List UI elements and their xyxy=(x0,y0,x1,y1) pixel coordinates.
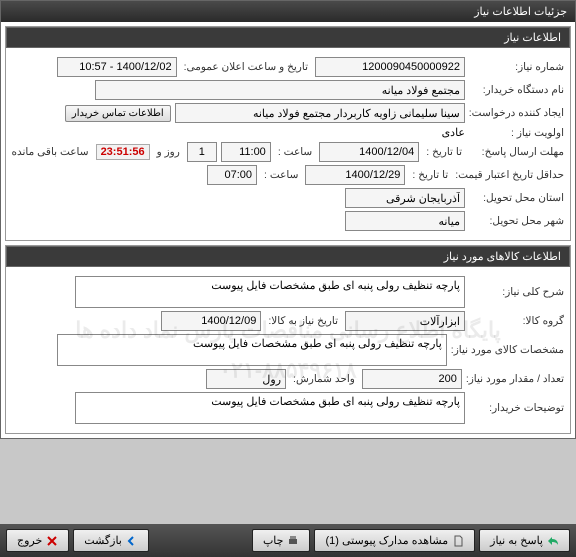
contact-info-button[interactable]: اطلاعات تماس خریدار xyxy=(65,105,171,122)
exit-button[interactable]: خروج xyxy=(6,529,69,552)
section2-header: اطلاعات کالاهای مورد نیاز xyxy=(6,246,570,267)
label-buyer-dept: نام دستگاه خریدار: xyxy=(469,84,564,96)
reply-icon xyxy=(547,535,559,547)
time-left-field: 23:51:56 xyxy=(96,144,150,160)
label-credit-deadline: حداقل تاریخ اعتبار قیمت: xyxy=(455,169,564,181)
label-time1: ساعت : xyxy=(275,146,315,158)
reply-time-field xyxy=(221,142,271,162)
label-goods-group: گروه کالا: xyxy=(469,315,564,327)
buyer-dept-field xyxy=(95,80,465,100)
label-qty: تعداد / مقدار مورد نیاز: xyxy=(466,373,564,385)
label-buyer-notes: توضیحات خریدار: xyxy=(469,402,564,414)
back-icon xyxy=(126,535,138,547)
label-delivery-city: شهر محل تحویل: xyxy=(469,215,564,227)
label-announce-dt: تاریخ و ساعت اعلان عمومی: xyxy=(181,61,311,73)
delivery-city-field xyxy=(345,211,465,231)
label-unit: واحد شمارش: xyxy=(290,373,358,385)
requester-field xyxy=(175,103,465,123)
unit-field xyxy=(206,369,286,389)
label-priority: اولویت نیاز : xyxy=(469,127,564,139)
label-time2: ساعت : xyxy=(261,169,301,181)
label-general-desc: شرح کلی نیاز: xyxy=(469,286,564,298)
credit-time-field xyxy=(207,165,257,185)
label-day-and: روز و xyxy=(154,146,183,158)
label-to-date: تا تاریخ : xyxy=(423,146,465,158)
buyer-notes-field[interactable]: پارچه تنظیف رولی پنبه ای طبق مشخصات فایل… xyxy=(75,392,465,424)
label-requester: ایجاد کننده درخواست: xyxy=(469,107,564,119)
days-left-field xyxy=(187,142,217,162)
print-button[interactable]: چاپ xyxy=(252,529,311,552)
attachment-icon xyxy=(452,535,464,547)
qty-field xyxy=(362,369,462,389)
footer-toolbar: پاسخ به نیاز مشاهده مدارک پیوستی (1) چاپ… xyxy=(0,524,576,557)
label-until-date2: تا تاریخ : xyxy=(409,169,451,181)
attachments-button[interactable]: مشاهده مدارک پیوستی (1) xyxy=(314,529,475,552)
label-delivery-state: استان محل تحویل: xyxy=(469,192,564,204)
label-remaining: ساعت باقی مانده xyxy=(9,146,92,158)
goods-spec-field[interactable]: پارچه تنظیف رولی پنبه ای طبق مشخصات فایل… xyxy=(57,334,447,366)
reply-button[interactable]: پاسخ به نیاز xyxy=(479,529,570,552)
label-need-no: شماره نیاز: xyxy=(469,61,564,73)
delivery-state-field xyxy=(345,188,465,208)
exit-icon xyxy=(46,535,58,547)
need-date-goods-field xyxy=(161,311,261,331)
goods-group-field xyxy=(345,311,465,331)
print-icon xyxy=(287,535,299,547)
label-reply-deadline: مهلت ارسال پاسخ: xyxy=(469,146,564,158)
reply-date-field xyxy=(319,142,419,162)
back-button[interactable]: بازگشت xyxy=(73,529,149,552)
credit-date-field xyxy=(305,165,405,185)
announce-dt-field xyxy=(57,57,177,77)
priority-value: عادی xyxy=(442,126,465,139)
label-need-date-goods: تاریخ نیاز به کالا: xyxy=(265,315,341,327)
window-titlebar: جزئیات اطلاعات نیاز xyxy=(1,1,575,22)
need-no-field xyxy=(315,57,465,77)
general-desc-field[interactable]: پارچه تنظیف رولی پنبه ای طبق مشخصات فایل… xyxy=(75,276,465,308)
label-goods-spec: مشخصات کالای مورد نیاز: xyxy=(451,344,564,356)
section1-header: اطلاعات نیاز xyxy=(6,27,570,48)
